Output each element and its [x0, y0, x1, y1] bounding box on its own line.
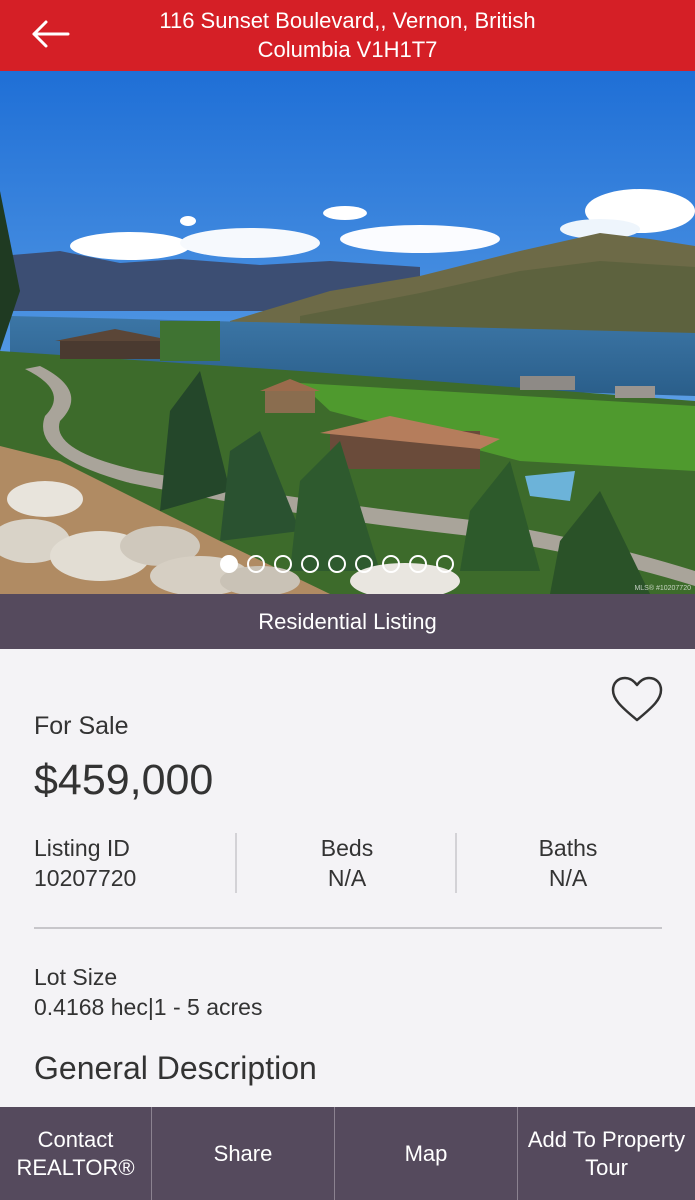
gallery-pagination	[220, 555, 454, 575]
pagination-dot[interactable]	[274, 555, 292, 573]
baths-label: Baths	[538, 835, 598, 861]
pagination-dot[interactable]	[436, 555, 454, 573]
listing-status: For Sale	[34, 712, 129, 740]
photo-watermark: MLS® #10207720	[634, 585, 691, 592]
listing-photo[interactable]: MLS® #10207720	[0, 71, 695, 594]
beds-label: Beds	[320, 835, 374, 861]
add-to-property-tour-button[interactable]: Add To Property Tour	[518, 1107, 695, 1200]
pagination-dot[interactable]	[247, 555, 265, 573]
pagination-dot[interactable]	[328, 555, 346, 573]
baths-value: N/A	[548, 865, 588, 891]
bottom-toolbar: Contact REALTOR® Share Map Add To Proper…	[0, 1107, 695, 1200]
contact-button-line1: Contact	[37, 1126, 114, 1152]
listing-id-label: Listing ID	[34, 835, 130, 861]
beds-value: N/A	[327, 865, 367, 891]
lot-size-value: 0.4168 hec|1 - 5 acres	[34, 994, 263, 1020]
tour-button-line2: Tour	[585, 1154, 628, 1180]
map-button[interactable]: Map	[335, 1107, 518, 1200]
general-description-heading: General Description	[34, 1050, 317, 1086]
back-arrow-icon[interactable]	[28, 14, 74, 54]
pagination-dot[interactable]	[301, 555, 319, 573]
beds-fact: Beds N/A	[237, 833, 457, 895]
pagination-dot[interactable]	[382, 555, 400, 573]
pagination-dot[interactable]	[220, 555, 238, 573]
lot-size-label: Lot Size	[34, 964, 118, 990]
listing-type-bar: Residential Listing	[0, 594, 695, 649]
page-title: 116 Sunset Boulevard,, Vernon, British C…	[159, 8, 536, 62]
contact-realtor-button[interactable]: Contact REALTOR®	[0, 1107, 152, 1200]
listing-id-fact: Listing ID 10207720	[34, 833, 234, 895]
pagination-dot[interactable]	[409, 555, 427, 573]
tour-button-line1: Add To Property	[527, 1126, 686, 1152]
listing-id-value: 10207720	[34, 865, 137, 891]
app-header: 116 Sunset Boulevard,, Vernon, British C…	[0, 0, 695, 71]
listing-price: $459,000	[34, 756, 214, 804]
baths-fact: Baths N/A	[457, 833, 679, 895]
heart-outline-icon[interactable]	[610, 676, 664, 724]
listing-facts: Listing ID 10207720 Beds N/A Baths N/A	[0, 833, 695, 895]
share-button[interactable]: Share	[152, 1107, 335, 1200]
section-divider	[34, 927, 662, 929]
pagination-dot[interactable]	[355, 555, 373, 573]
contact-button-line2: REALTOR®	[16, 1154, 135, 1180]
